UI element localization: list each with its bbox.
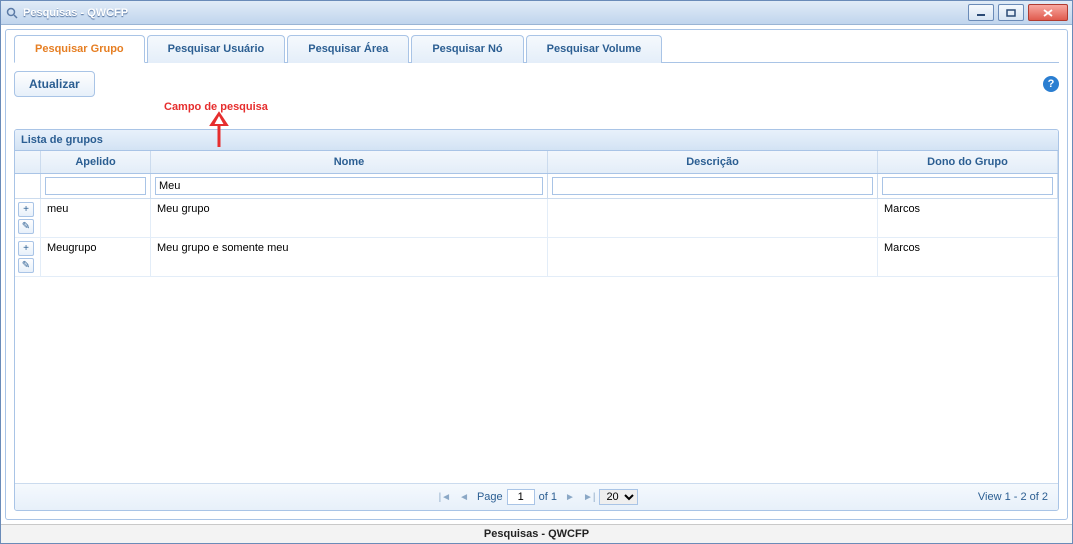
cell-descricao [548,238,878,276]
close-button[interactable] [1028,4,1068,21]
tab-pesquisar-no[interactable]: Pesquisar Nó [411,35,523,63]
tab-pesquisar-area[interactable]: Pesquisar Área [287,35,409,63]
grid-title: Lista de grupos [15,130,1058,151]
grid-filter-row [15,174,1058,199]
pager-first-icon[interactable]: |◄ [435,492,456,503]
edit-icon[interactable]: ✎ [18,219,34,234]
cell-descricao [548,199,878,237]
search-icon [5,6,19,20]
table-row[interactable]: + ✎ Meugrupo Meu grupo e somente meu Mar… [15,238,1058,277]
tab-pesquisar-grupo[interactable]: Pesquisar Grupo [14,35,145,63]
pager-viewinfo: View 1 - 2 of 2 [978,491,1048,503]
pager-page-label: Page [473,491,507,503]
expand-icon[interactable]: + [18,241,34,256]
pager-prev-icon[interactable]: ◄ [455,492,473,503]
filter-dono[interactable] [882,177,1053,195]
table-row[interactable]: + ✎ meu Meu grupo Marcos [15,199,1058,238]
grid-panel: Lista de grupos Apelido Nome Descrição D… [14,129,1059,511]
minimize-button[interactable] [968,4,994,21]
filter-apelido[interactable] [45,177,146,195]
refresh-button[interactable]: Atualizar [14,71,95,97]
pager-of-label: of 1 [535,491,561,503]
col-dono[interactable]: Dono do Grupo [878,151,1058,173]
maximize-button[interactable] [998,4,1024,21]
cell-dono: Marcos [878,199,1058,237]
cell-nome: Meu grupo e somente meu [151,238,548,276]
col-apelido[interactable]: Apelido [41,151,151,173]
tab-pesquisar-usuario[interactable]: Pesquisar Usuário [147,35,286,63]
cell-apelido: meu [41,199,151,237]
expand-icon[interactable]: + [18,202,34,217]
cell-dono: Marcos [878,238,1058,276]
col-descricao[interactable]: Descrição [548,151,878,173]
col-nome[interactable]: Nome [151,151,548,173]
help-icon[interactable]: ? [1043,76,1059,92]
pager-last-icon[interactable]: ►| [579,492,600,503]
tab-pesquisar-volume[interactable]: Pesquisar Volume [526,35,663,63]
cell-apelido: Meugrupo [41,238,151,276]
filter-nome[interactable] [155,177,543,195]
status-bar: Pesquisas - QWCFP [1,524,1072,543]
edit-icon[interactable]: ✎ [18,258,34,273]
tabs-bar: Pesquisar Grupo Pesquisar Usuário Pesqui… [14,34,1059,63]
window-title: Pesquisas - QWCFP [23,7,128,19]
pager: |◄ ◄ Page of 1 ► ►| 20 View 1 - 2 of 2 [15,483,1058,510]
pager-page-input[interactable] [507,489,535,505]
pager-pagesize-select[interactable]: 20 [599,489,638,505]
pager-next-icon[interactable]: ► [561,492,579,503]
filter-descricao[interactable] [552,177,873,195]
cell-nome: Meu grupo [151,199,548,237]
grid-header: Apelido Nome Descrição Dono do Grupo [15,151,1058,174]
